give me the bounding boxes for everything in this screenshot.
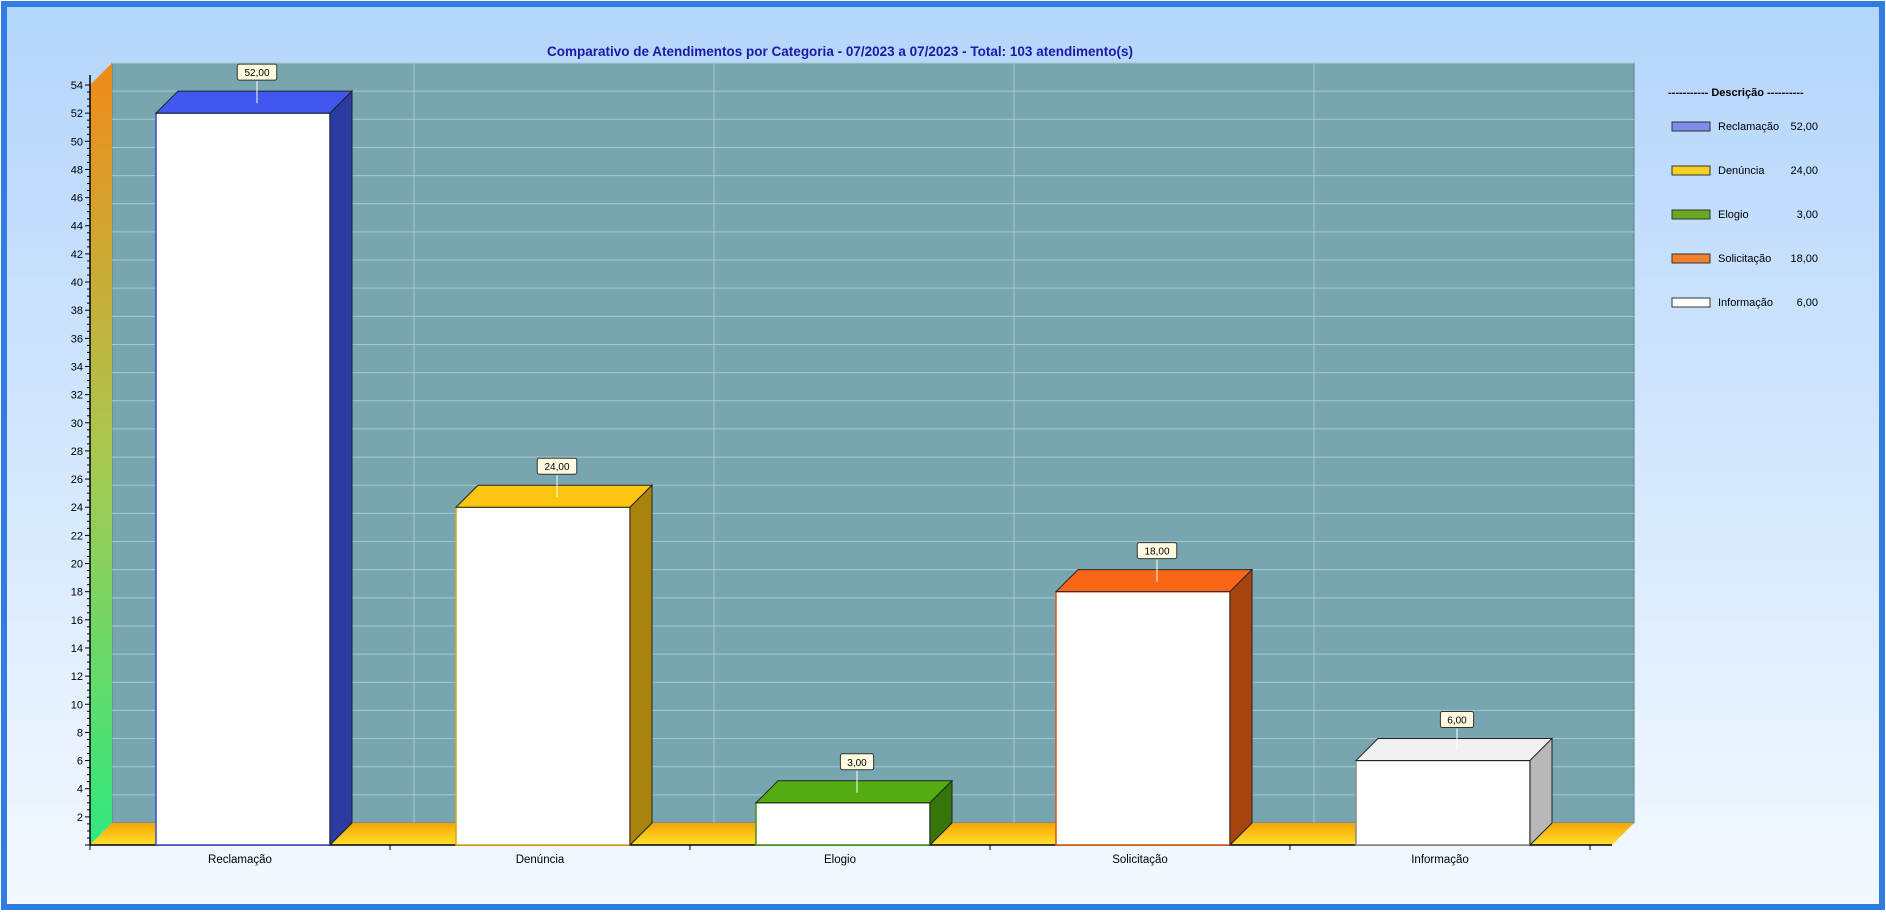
x-tick-label: Reclamação	[208, 854, 272, 866]
y-tick-label: 22	[71, 530, 83, 542]
y-tick-label: 2	[77, 812, 83, 824]
legend-swatch	[1671, 121, 1711, 132]
value-label: 6,00	[1447, 716, 1467, 727]
y-tick-label: 26	[71, 474, 83, 486]
y-tick-label: 14	[71, 643, 83, 655]
bar-front	[455, 506, 631, 846]
legend-label: Informação	[1718, 297, 1773, 309]
y-tick-label: 30	[71, 418, 83, 430]
value-label: 3,00	[847, 758, 867, 769]
bar-top	[754, 780, 954, 804]
legend-label: Reclamação	[1718, 121, 1779, 133]
x-tick-label: Informação	[1411, 854, 1469, 866]
y-tick-label: 36	[71, 333, 83, 345]
y-tick-label: 4	[77, 784, 83, 796]
bar-top	[454, 484, 654, 508]
bar-front	[1355, 759, 1531, 846]
legend-value: 6,00	[1797, 297, 1818, 309]
value-label: 18,00	[1144, 547, 1169, 558]
y-tick-label: 38	[71, 305, 83, 317]
x-tick-label: Denúncia	[516, 854, 565, 866]
y-tick-label: 46	[71, 193, 83, 205]
bar-top	[154, 90, 354, 114]
y-tick-label: 8	[77, 727, 83, 739]
x-tick-label: Elogio	[824, 854, 856, 866]
y-tick-label: 24	[71, 502, 83, 514]
y-tick-label: 50	[71, 136, 83, 148]
bar-solicitação	[1054, 568, 1254, 847]
value-label: 24,00	[544, 462, 569, 473]
plot-side-wall	[90, 63, 112, 845]
value-label: 52,00	[244, 68, 269, 79]
bar-top	[1354, 738, 1554, 762]
y-tick-label: 6	[77, 756, 83, 768]
bar-side	[629, 484, 653, 847]
y-tick-label: 34	[71, 361, 83, 373]
legend-label: Elogio	[1718, 209, 1749, 221]
legend-value: 24,00	[1790, 165, 1818, 177]
legend-value: 3,00	[1797, 209, 1818, 221]
bar-side	[329, 89, 353, 847]
legend-swatch	[1671, 209, 1711, 220]
legend-value: 18,00	[1790, 253, 1818, 265]
y-tick-label: 32	[71, 390, 83, 402]
legend-label: Denúncia	[1718, 165, 1765, 177]
bar-denúncia	[454, 484, 654, 847]
bar-front	[155, 112, 331, 846]
bar-top	[1054, 569, 1254, 593]
y-tick-label: 10	[71, 699, 83, 711]
legend-swatch	[1671, 297, 1711, 308]
chart: 2468101214161820222426283032343638404244…	[1, 1, 1885, 910]
bar-front	[1055, 590, 1231, 846]
y-tick-label: 40	[71, 277, 83, 289]
y-tick-label: 42	[71, 249, 83, 261]
x-tick-label: Solicitação	[1112, 854, 1168, 866]
y-tick-label: 28	[71, 446, 83, 458]
bar-reclamação	[154, 89, 354, 847]
chart-title: Comparativo de Atendimentos por Categori…	[547, 44, 1133, 59]
y-tick-label: 16	[71, 615, 83, 627]
y-tick-label: 12	[71, 671, 83, 683]
bar-elogio	[754, 779, 954, 847]
y-tick-label: 44	[71, 221, 83, 233]
bar-informação	[1354, 737, 1554, 847]
legend-swatch	[1671, 165, 1711, 176]
bar-side	[1229, 568, 1253, 847]
y-tick-label: 20	[71, 559, 83, 571]
legend-swatch	[1671, 253, 1711, 264]
legend-value: 52,00	[1790, 121, 1818, 133]
legend-label: Solicitação	[1718, 253, 1771, 265]
y-tick-label: 18	[71, 587, 83, 599]
y-tick-label: 54	[71, 80, 83, 92]
y-tick-label: 52	[71, 108, 83, 120]
y-tick-label: 48	[71, 164, 83, 176]
legend-title: ----------- Descrição ----------	[1668, 87, 1804, 99]
chart-frame: 2 4 6 8 10 12 14 16 18 20 22 24 26 28 30 32 34 36 38 40 42 44…	[0, 0, 1886, 915]
bar-front	[755, 802, 931, 846]
